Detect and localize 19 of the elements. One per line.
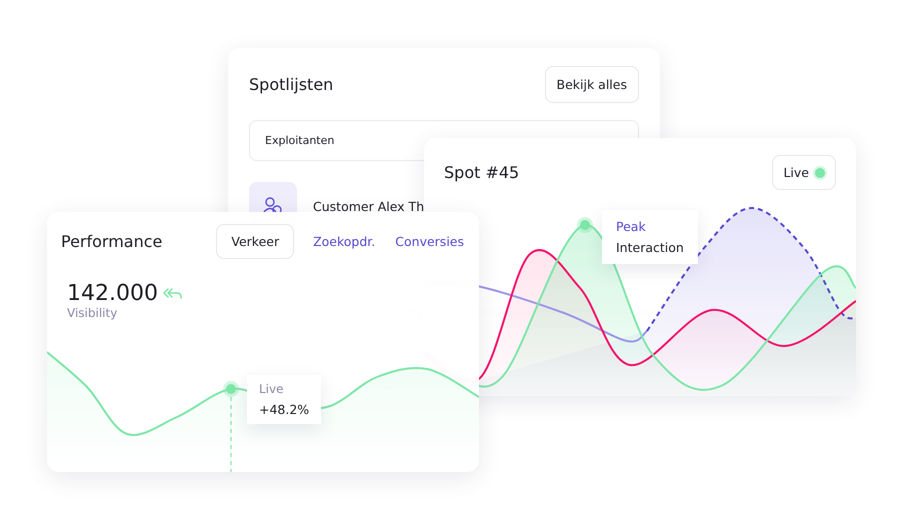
tab[interactable]: Conversies <box>394 224 465 259</box>
row-name: Customer Alex Th <box>313 198 426 214</box>
view-all-button[interactable]: Bekijk alles <box>544 66 639 103</box>
card-title: Spot #45 <box>444 163 520 182</box>
data-point <box>577 217 593 233</box>
double-arrow-icon <box>162 286 183 300</box>
data-point <box>223 381 239 397</box>
tooltip-label: Live <box>259 382 285 396</box>
metric-value: 142.000 <box>67 281 158 306</box>
card-title: Spotlijsten <box>249 75 334 94</box>
tooltip-label: Peak <box>616 219 647 234</box>
tab[interactable]: Zoekopdr. <box>312 224 376 259</box>
card-title: Performance <box>61 232 162 251</box>
badge-label: Live <box>783 165 809 180</box>
column-header: Exploitanten <box>265 134 334 147</box>
tooltip-value: +48.2% <box>259 402 310 417</box>
tab[interactable]: Verkeer <box>216 224 294 259</box>
tooltip-value: Interaction <box>616 240 684 255</box>
metric-caption: Visibility <box>67 306 118 320</box>
